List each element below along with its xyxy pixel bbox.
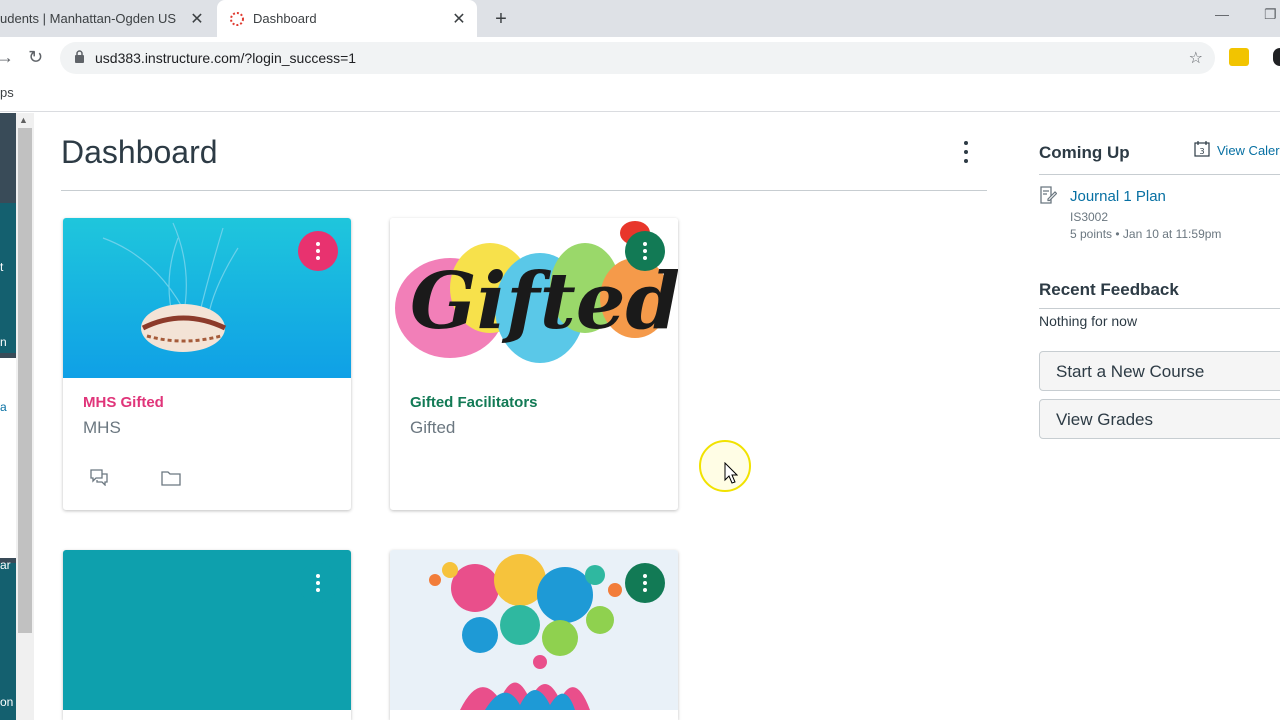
course-card[interactable] [63, 550, 351, 720]
coming-up-heading: Coming Up [1039, 143, 1130, 162]
card-options-icon[interactable] [298, 231, 338, 271]
nav-item-dashboard[interactable]: a [0, 400, 16, 414]
bookmark-star-icon[interactable]: ☆ [1189, 48, 1203, 68]
recent-feedback-heading: Recent Feedback [1039, 280, 1179, 299]
course-card-mhs-gifted[interactable]: MHS Gifted MHS [63, 218, 351, 510]
scroll-up-icon[interactable]: ▲ [19, 115, 28, 125]
address-bar-row: → ↻ usd383.instructure.com/?login_succes… [0, 37, 1280, 79]
view-calendar-link[interactable]: 3 View Caler [1194, 140, 1280, 160]
mouse-pointer-icon [724, 461, 739, 489]
nav-active-item [0, 358, 16, 558]
course-card[interactable] [390, 550, 678, 720]
extension-icon[interactable] [1229, 48, 1249, 66]
course-card-subtitle: MHS [83, 418, 121, 437]
card-options-icon[interactable] [625, 231, 665, 271]
nav-item-commons[interactable]: on [0, 695, 16, 709]
course-card-title[interactable]: Gifted Facilitators [410, 394, 538, 411]
todo-item-course: IS3002 [1070, 210, 1109, 224]
calendar-icon: 3 [1194, 140, 1210, 160]
lock-icon [74, 50, 85, 66]
nav-item-courses[interactable]: s [0, 488, 16, 502]
url-input[interactable]: usd383.instructure.com/?login_success=1 … [60, 42, 1215, 74]
tab-dashboard[interactable]: Dashboard ✕ [217, 0, 477, 37]
discussions-icon[interactable] [89, 468, 109, 491]
browser-tab-bar: udents | Manhattan-Ogden US ✕ Dashboard … [0, 0, 1280, 37]
profile-icon[interactable] [1273, 48, 1280, 66]
close-icon[interactable]: ✕ [449, 9, 469, 29]
nav-item-admin[interactable]: n [0, 335, 16, 349]
card-options-icon[interactable] [625, 563, 665, 603]
scrollbar-thumb[interactable] [18, 128, 32, 633]
assignment-icon [1039, 186, 1058, 209]
bookmark-apps[interactable]: ps [0, 85, 14, 100]
divider [1039, 174, 1280, 175]
page-title: Dashboard [61, 134, 218, 170]
view-grades-button[interactable]: View Grades [1039, 399, 1280, 439]
course-card-image[interactable] [63, 218, 351, 378]
start-new-course-button[interactable]: Start a New Course [1039, 351, 1280, 391]
course-card-image[interactable] [63, 550, 351, 710]
tab-label: udents | Manhattan-Ogden US [0, 11, 177, 26]
forward-icon[interactable]: → [0, 47, 14, 68]
todo-item-link[interactable]: Journal 1 Plan [1070, 188, 1166, 205]
view-calendar-label[interactable]: View Caler [1217, 143, 1280, 158]
nav-item-calendar[interactable]: ar [0, 558, 16, 572]
course-card-subtitle: Gifted [410, 418, 456, 437]
nav-band [0, 203, 16, 353]
divider [1039, 308, 1280, 309]
bookmarks-bar: ps [0, 79, 1280, 112]
tab-label: Dashboard [253, 11, 317, 26]
reload-icon[interactable]: ↻ [28, 47, 43, 68]
course-card-gifted-facilitators[interactable]: Gifted Gifted Facilitators Gifted [390, 218, 678, 510]
tab-manhattan-ogden[interactable]: udents | Manhattan-Ogden US ✕ [0, 0, 215, 37]
url-text: usd383.instructure.com/?login_success=1 [95, 50, 357, 66]
course-card-image[interactable] [390, 550, 678, 710]
nav-item-account[interactable]: t [0, 260, 16, 274]
minimize-icon[interactable]: — [1215, 6, 1229, 22]
card-options-icon[interactable] [298, 563, 338, 603]
course-card-image[interactable]: Gifted [390, 218, 678, 378]
no-feedback-text: Nothing for now [1039, 313, 1138, 329]
maximize-icon[interactable]: ❐ [1264, 6, 1277, 23]
divider [61, 190, 987, 191]
files-folder-icon[interactable] [161, 468, 181, 491]
canvas-favicon-icon [229, 11, 245, 27]
close-icon[interactable]: ✕ [187, 9, 207, 29]
svg-text:3: 3 [1200, 147, 1205, 156]
course-card-title[interactable]: MHS Gifted [83, 394, 164, 411]
todo-item-details: 5 points • Jan 10 at 11:59pm [1070, 227, 1222, 241]
global-nav: t n a s ar on [0, 113, 16, 720]
dashboard-options-icon[interactable] [955, 138, 977, 166]
plus-icon[interactable]: + [490, 8, 512, 31]
